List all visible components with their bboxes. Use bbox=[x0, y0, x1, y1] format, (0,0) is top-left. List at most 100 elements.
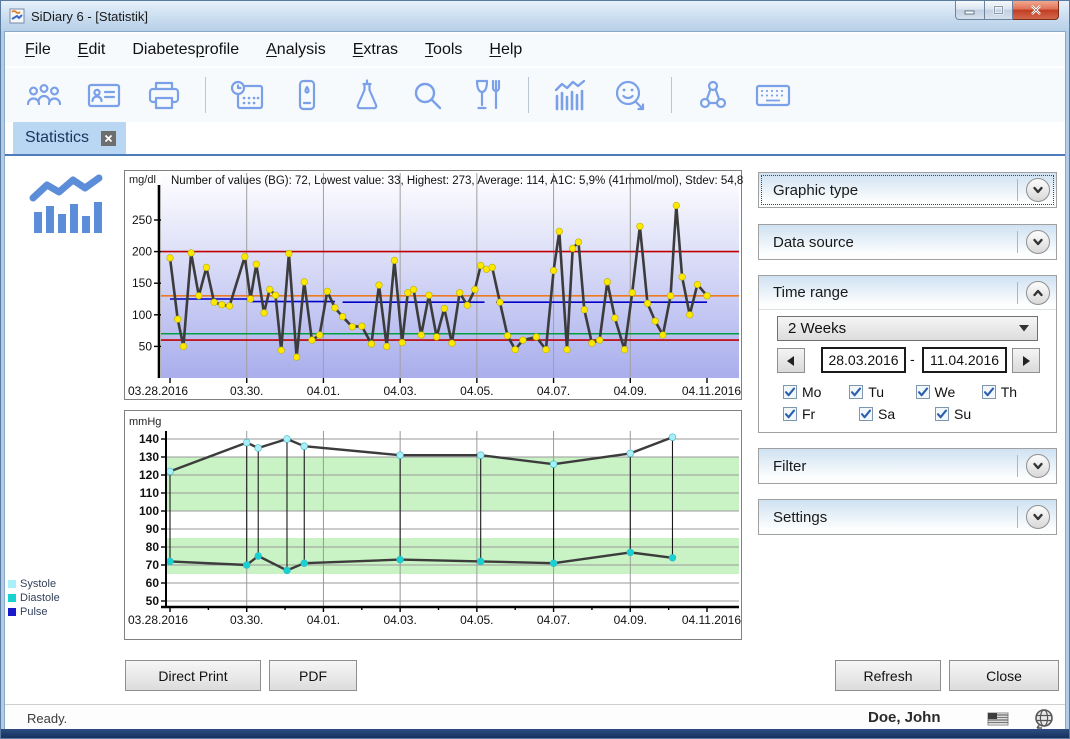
svg-text:03.28.2016: 03.28.2016 bbox=[128, 384, 188, 398]
search-icon[interactable] bbox=[408, 75, 446, 115]
close-button[interactable]: Close bbox=[949, 660, 1059, 691]
printer-icon[interactable] bbox=[145, 75, 183, 115]
time-range-header[interactable]: Time range bbox=[759, 276, 1056, 310]
restore-icon bbox=[993, 5, 1004, 15]
svg-text:70: 70 bbox=[146, 558, 160, 572]
svg-text:03.30.: 03.30. bbox=[230, 613, 263, 627]
svg-text:04.03.: 04.03. bbox=[383, 613, 416, 627]
menu-diabetesprofile[interactable]: Diabetesprofile bbox=[132, 41, 239, 59]
svg-text:120: 120 bbox=[139, 468, 159, 482]
bp-legend: SystoleDiastolePulse bbox=[8, 577, 60, 619]
panel-label: Filter bbox=[773, 458, 806, 475]
date-from-input[interactable]: 28.03.2016 bbox=[821, 347, 906, 373]
tab-close-button[interactable] bbox=[101, 131, 116, 146]
weekday-checkbox-su[interactable]: Su bbox=[935, 406, 1011, 422]
svg-text:04.03.: 04.03. bbox=[383, 384, 416, 398]
smiley-export-icon[interactable] bbox=[611, 75, 649, 115]
users-group-icon[interactable] bbox=[25, 75, 63, 115]
svg-text:130: 130 bbox=[139, 450, 159, 464]
svg-text:50: 50 bbox=[139, 339, 153, 353]
time-range-preset-select[interactable]: 2 Weeks bbox=[777, 316, 1038, 341]
nutrition-icon[interactable] bbox=[468, 75, 506, 115]
panel-settings[interactable]: Settings bbox=[758, 499, 1057, 535]
share-network-icon[interactable] bbox=[694, 75, 732, 115]
close-icon bbox=[1030, 5, 1042, 15]
weekday-checkbox-th[interactable]: Th bbox=[982, 384, 1048, 400]
svg-text:60: 60 bbox=[146, 576, 160, 590]
svg-text:250: 250 bbox=[132, 213, 152, 227]
statistics-icon[interactable] bbox=[551, 75, 589, 115]
svg-text:04.09.: 04.09. bbox=[614, 384, 647, 398]
chevron-down-icon bbox=[1031, 510, 1045, 524]
svg-text:100: 100 bbox=[139, 504, 159, 518]
current-user: Doe, John bbox=[868, 709, 941, 726]
menu-tools[interactable]: Tools bbox=[425, 41, 462, 59]
checkbox-icon bbox=[916, 385, 930, 399]
menu-file[interactable]: File bbox=[25, 41, 51, 59]
previous-period-button[interactable] bbox=[777, 348, 805, 373]
panel-graphic-type[interactable]: Graphic type bbox=[758, 172, 1057, 208]
chevron-down-icon bbox=[1031, 235, 1045, 249]
next-period-button[interactable] bbox=[1012, 348, 1040, 373]
checkbox-icon bbox=[849, 385, 863, 399]
svg-text:03.28.2016: 03.28.2016 bbox=[128, 613, 188, 627]
menu-analysis[interactable]: Analysis bbox=[266, 41, 326, 59]
menu-edit[interactable]: Edit bbox=[78, 41, 106, 59]
glucose-meter-icon[interactable] bbox=[288, 75, 326, 115]
date-to-input[interactable]: 11.04.2016 bbox=[922, 347, 1007, 373]
weekday-checkbox-we[interactable]: We bbox=[916, 384, 982, 400]
chevron-down-icon bbox=[1031, 459, 1045, 473]
arrow-right-icon bbox=[1022, 356, 1030, 366]
collapse-button[interactable] bbox=[1026, 281, 1050, 305]
time-range-content: 2 Weeks 28.03.2016 - 11.04.2016 MoTuWeTh… bbox=[759, 310, 1056, 431]
legend-item-diastole: Diastole bbox=[8, 591, 60, 605]
toolbar bbox=[5, 68, 1065, 122]
svg-text:100: 100 bbox=[132, 308, 152, 322]
svg-text:04.01.: 04.01. bbox=[307, 613, 340, 627]
weekday-checkbox-tu[interactable]: Tu bbox=[849, 384, 915, 400]
expand-button[interactable] bbox=[1026, 505, 1050, 529]
svg-text:50: 50 bbox=[146, 594, 160, 608]
panel-data-source[interactable]: Data source bbox=[758, 224, 1057, 260]
svg-text:04.01.: 04.01. bbox=[307, 384, 340, 398]
direct-print-button[interactable]: Direct Print bbox=[125, 660, 261, 691]
tab-strip-accent bbox=[5, 154, 1065, 156]
svg-text:04.09.: 04.09. bbox=[614, 613, 647, 627]
close-window-button[interactable] bbox=[1013, 1, 1059, 20]
weekday-checkbox-sa[interactable]: Sa bbox=[859, 406, 935, 422]
date-range-separator: - bbox=[910, 351, 915, 367]
window-bottom-border bbox=[1, 729, 1069, 738]
svg-text:04.07.: 04.07. bbox=[537, 384, 570, 398]
contact-card-icon[interactable] bbox=[85, 75, 123, 115]
weekday-checkbox-row: MoTuWeTh bbox=[783, 384, 1048, 400]
panel-label: Time range bbox=[773, 284, 848, 301]
keyboard-icon[interactable] bbox=[754, 75, 792, 115]
app-window: SiDiary 6 - [Statistik] FileEditDiabetes… bbox=[0, 0, 1070, 739]
tab-statistics[interactable]: Statistics bbox=[13, 122, 126, 154]
panel-time-range: Time range 2 Weeks 28.03.2016 - 11.04.20… bbox=[758, 275, 1057, 433]
svg-text:04.11.2016: 04.11.2016 bbox=[682, 384, 741, 398]
pdf-button[interactable]: PDF bbox=[269, 660, 357, 691]
chevron-up-icon bbox=[1031, 286, 1045, 300]
weekday-checkbox-row: FrSaSu bbox=[783, 406, 1048, 422]
calendar-clock-icon[interactable] bbox=[228, 75, 266, 115]
expand-button[interactable] bbox=[1026, 230, 1050, 254]
tab-bar: Statistics bbox=[5, 122, 1065, 154]
panel-filter[interactable]: Filter bbox=[758, 448, 1057, 484]
menu-extras[interactable]: Extras bbox=[353, 41, 398, 59]
expand-button[interactable] bbox=[1026, 178, 1050, 202]
restore-button[interactable] bbox=[985, 1, 1013, 20]
lab-flask-icon[interactable] bbox=[348, 75, 386, 115]
weekday-checkbox-mo[interactable]: Mo bbox=[783, 384, 849, 400]
weekday-checkbox-fr[interactable]: Fr bbox=[783, 406, 859, 422]
checkbox-icon bbox=[935, 407, 949, 421]
svg-text:200: 200 bbox=[132, 245, 152, 259]
menu-help[interactable]: Help bbox=[489, 41, 522, 59]
statistics-large-icon bbox=[27, 172, 109, 239]
tab-label: Statistics bbox=[25, 129, 89, 147]
checkbox-icon bbox=[783, 407, 797, 421]
refresh-button[interactable]: Refresh bbox=[835, 660, 941, 691]
minimize-button[interactable] bbox=[955, 1, 985, 20]
expand-button[interactable] bbox=[1026, 454, 1050, 478]
minimize-icon bbox=[964, 6, 976, 15]
